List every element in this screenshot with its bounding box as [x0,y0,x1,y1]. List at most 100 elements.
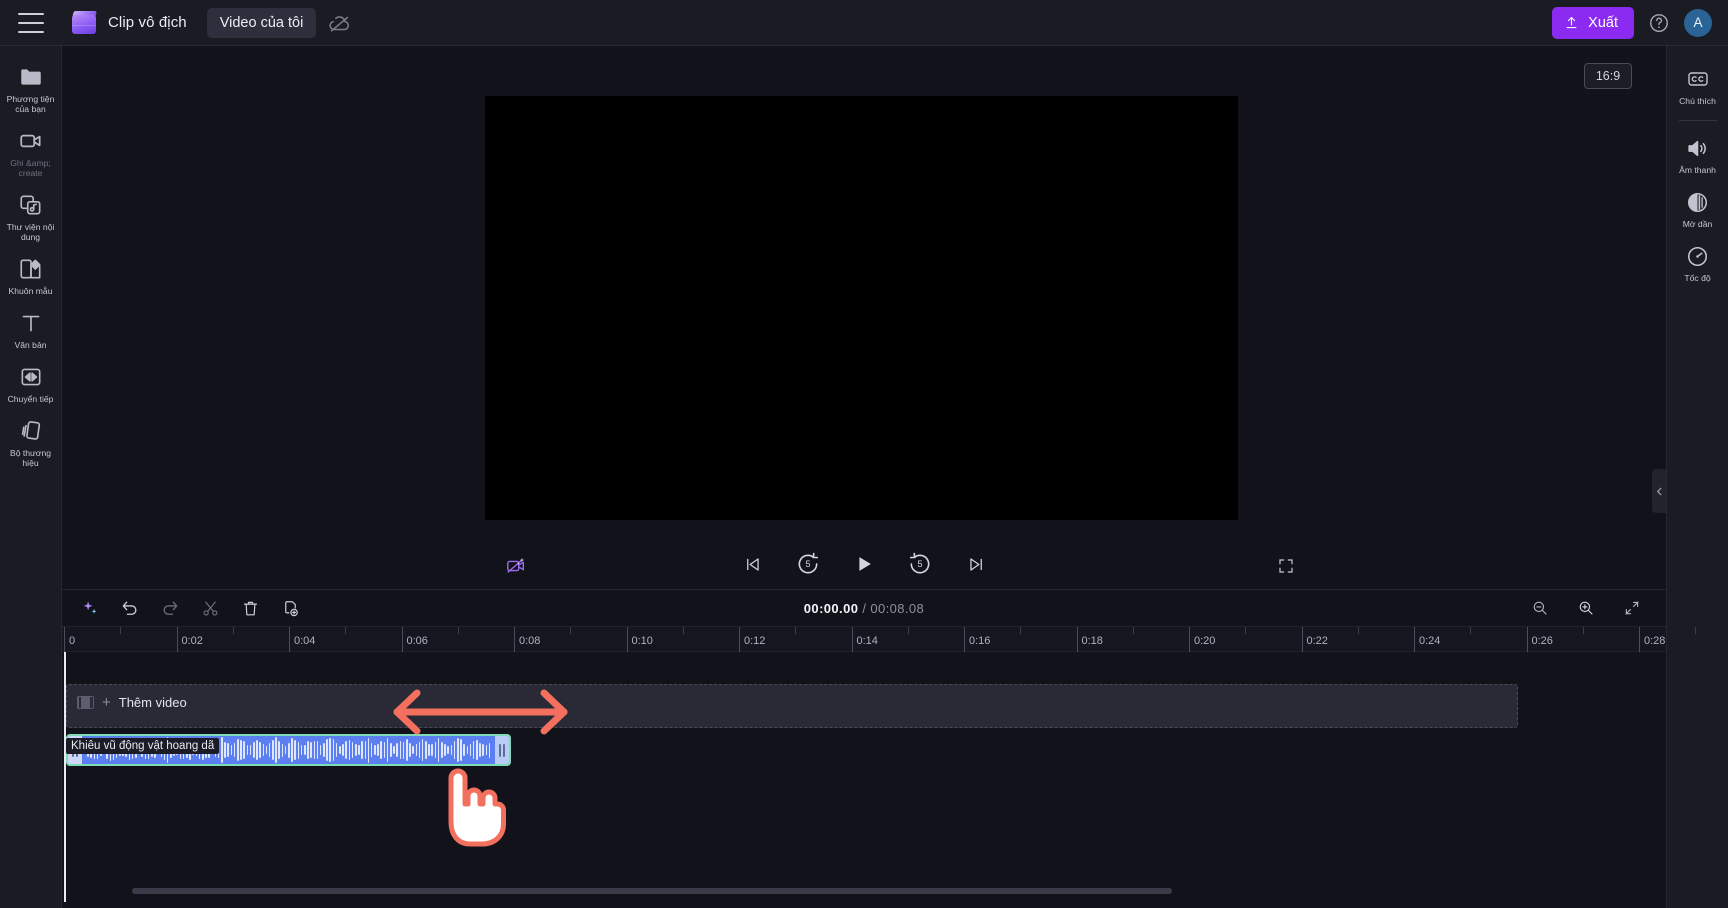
waveform-bar [441,741,443,759]
waveform-bar [329,737,332,763]
waveform-bar [393,745,395,755]
ruler-tick-label: 0:28 [1644,635,1666,647]
waveform-bar [472,741,475,759]
waveform-bar [294,739,296,761]
skip-previous-icon[interactable] [735,547,769,581]
right-item-speed[interactable]: Tốc độ [1667,235,1728,289]
hamburger-icon[interactable] [18,12,44,33]
undo-button[interactable] [114,593,146,623]
waveform-bar [275,737,277,763]
sidebar-item-content-library[interactable]: Thư viện nội dung [0,184,62,248]
skip-next-icon[interactable] [959,547,993,581]
split-button[interactable] [194,593,226,623]
sidebar-item-your-media[interactable]: Phương tiện của bạn [0,56,62,120]
waveform-bar [399,740,402,760]
waveform-bar [434,742,437,758]
ruler-tick-label: 0:02 [181,635,203,647]
waveform-bar [348,740,351,760]
playhead[interactable] [64,652,66,902]
right-sidebar: Chú thích Âm thanh Mờ dần Tốc độ [1666,46,1728,908]
skyline-thumbnails [67,685,1517,727]
ruler-tick-major [1301,627,1303,653]
sidebar-item-templates[interactable]: Khuôn mẫu [0,248,62,302]
waveform-bar [476,739,478,761]
fullscreen-icon[interactable] [1269,549,1303,583]
waveform-bar [307,740,309,760]
waveform-bar [256,739,258,761]
trim-handle-right[interactable] [495,736,509,764]
ruler-tick-major [626,627,628,653]
aspect-ratio-button[interactable]: 16:9 [1584,63,1632,89]
ruler-tick-major [64,627,65,653]
timeline-ruler[interactable]: 0 0:02 0:04 0:06 0:08 0:10 0:12 0:14 0:16 0:18 0:2… [62,626,1697,653]
add-video-label: Thêm video [118,695,187,710]
waveform-bar [450,744,453,756]
avatar[interactable]: A [1684,8,1712,37]
ruler-tick-label: 0:26 [1531,635,1553,647]
ruler-tick-minor [1357,627,1359,634]
ruler-tick-minor [1245,627,1247,634]
ruler-tick-major [401,627,403,653]
waveform-bar [361,741,363,759]
fit-to-screen-icon[interactable] [1616,593,1648,623]
rewind-5-icon[interactable]: 5 [791,547,825,581]
ruler-tick-minor [120,627,122,634]
sidebar-item-record-create[interactable]: Ghi &amp; create [0,120,62,184]
ruler-tick-label: 0:24 [1419,635,1441,647]
delete-button[interactable] [234,593,266,623]
sidebar-item-brand-kit[interactable]: Bộ thương hiệu [0,410,62,474]
video-track[interactable]: + Thêm video [66,684,1518,728]
waveform-bar [243,740,245,760]
sidebar-item-transitions[interactable]: Chuyển tiếp [0,356,62,410]
right-item-fade[interactable]: Mờ dần [1667,181,1728,235]
audio-clip-label: Khiêu vũ động vật hoang dã [66,738,220,754]
time-separator: / [862,600,867,616]
project-name-field[interactable]: Video của tôi [206,7,317,38]
video-stage[interactable] [485,96,1238,520]
forward-5-icon[interactable]: 5 [903,547,937,581]
waveform-bar [326,739,328,761]
waveform-bar [291,738,293,762]
waveform-bar [233,742,236,758]
clipchamp-editor: Clip vô địch Video của tôi Xuất A Phương… [0,0,1728,908]
ruler-tick-major [1526,627,1528,653]
magic-camera-off-icon[interactable] [499,549,533,583]
sidebar-item-label: Bộ thương hiệu [9,448,51,468]
export-label: Xuất [1588,14,1618,31]
timeline-horizontal-scrollbar[interactable] [132,888,1172,894]
play-icon[interactable] [847,547,881,581]
waveform-bar [230,745,233,755]
waveform-bar [386,737,389,763]
waveform-bar [453,740,456,760]
zoom-out-icon[interactable] [1524,593,1556,623]
ruler-tick-major [176,627,178,653]
ai-magic-button[interactable] [74,593,106,623]
sidebar-item-text[interactable]: Văn bản [0,302,62,356]
collapse-panel-button[interactable] [1652,469,1666,513]
transitions-icon [18,364,44,390]
waveform-bar [335,742,338,758]
add-video-button[interactable]: + Thêm video [77,695,187,710]
plus-icon: + [102,694,111,711]
video-camera-icon [18,128,44,154]
ruler-tick-minor [345,627,347,634]
ruler-tick-label: 0:04 [294,635,316,647]
waveform-bar [224,742,226,758]
timeline-zoom-controls [1524,593,1648,623]
film-strip-icon [77,696,94,709]
waveform-bar [488,742,491,758]
duplicate-button[interactable] [274,593,306,623]
help-circle-icon[interactable] [1648,12,1670,34]
right-item-audio[interactable]: Âm thanh [1667,127,1728,181]
right-item-captions[interactable]: Chú thích [1667,58,1728,112]
waveform-bar [469,743,472,757]
redo-button[interactable] [154,593,186,623]
export-button[interactable]: Xuất [1552,6,1634,39]
top-bar: Clip vô địch Video của tôi Xuất A [0,0,1728,46]
ruler-tick-minor [1470,627,1472,634]
waveform-bar [265,745,268,755]
cloud-off-icon[interactable] [328,11,352,35]
waveform-bar [412,745,414,755]
templates-icon [18,256,44,282]
zoom-in-icon[interactable] [1570,593,1602,623]
